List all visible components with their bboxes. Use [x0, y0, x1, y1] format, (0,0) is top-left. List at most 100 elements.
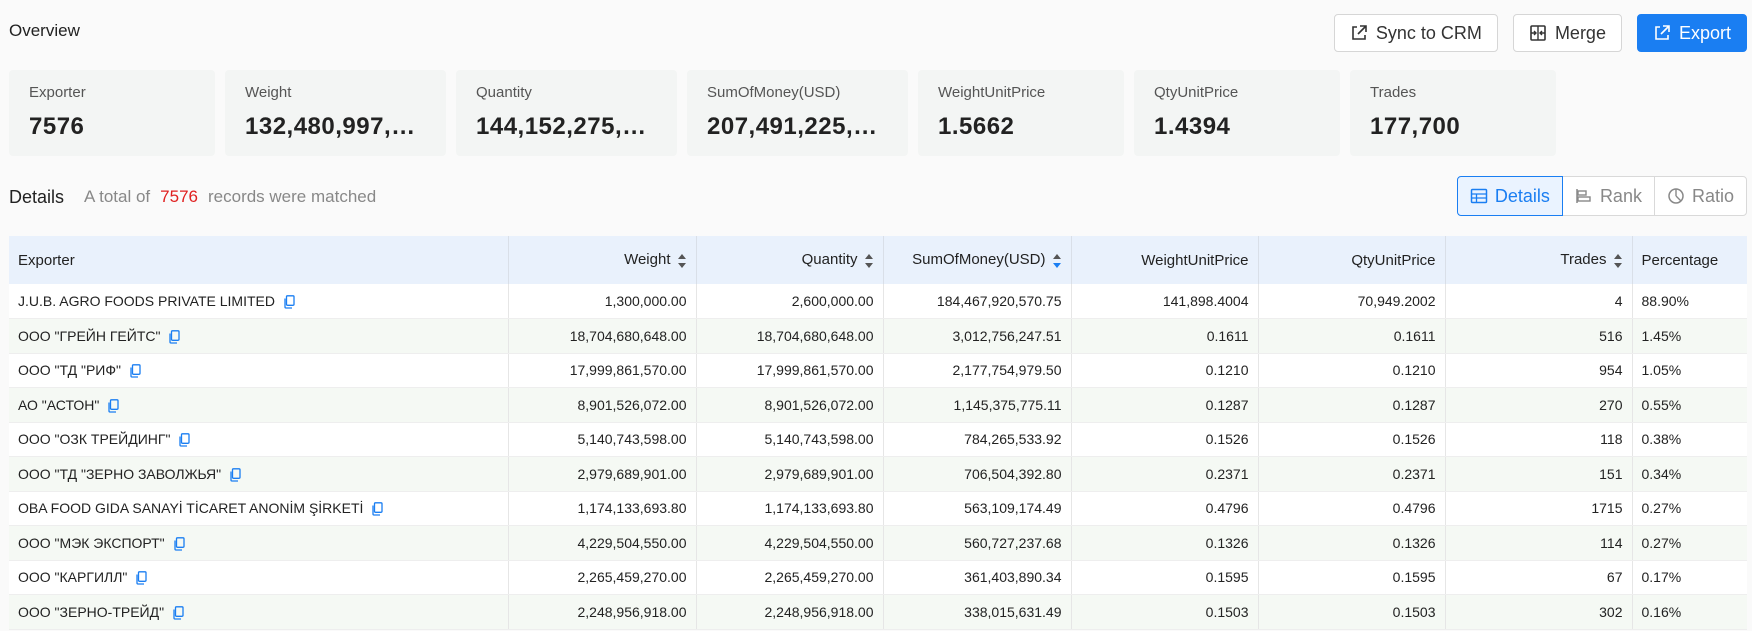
- cell-value: 1.05%: [1641, 362, 1682, 379]
- cell-value: 2,248,956,918.00: [764, 603, 874, 620]
- summary-suffix: records were matched: [208, 187, 377, 206]
- cell-value: 784,265,533.92: [964, 431, 1062, 448]
- cell-quantity: 1,174,133,693.80: [696, 491, 884, 526]
- col-header-trades[interactable]: Trades: [1445, 236, 1633, 284]
- col-header-exporter: Exporter: [9, 236, 509, 284]
- col-label: Weight: [624, 251, 671, 269]
- copy-icon[interactable]: [173, 537, 185, 551]
- cell-weight: 2,265,459,270.00: [508, 560, 697, 595]
- cell-weight: 17,999,861,570.00: [508, 353, 697, 388]
- exporter-name-link[interactable]: J.U.B. AGRO FOODS PRIVATE LIMITED: [18, 293, 275, 309]
- cell-exporter: ООО "ОЗК ТРЕЙДИНГ": [9, 422, 509, 457]
- col-header-quantity[interactable]: Quantity: [696, 236, 884, 284]
- card-qty-unit-price: QtyUnitPrice 1.4394: [1134, 70, 1340, 156]
- cell-qty-unit-price: 0.1287: [1258, 387, 1446, 423]
- cell-quantity: 8,901,526,072.00: [696, 387, 884, 423]
- card-value: 1.5662: [938, 113, 1015, 140]
- records-summary: A total of 7576 records were matched: [84, 187, 376, 207]
- cell-exporter: OBA FOOD GIDA SANAYİ TİCARET ANONİM ŞİRK…: [9, 491, 509, 526]
- cell-value: 118: [1600, 431, 1623, 448]
- copy-icon[interactable]: [283, 295, 295, 309]
- col-header-weight[interactable]: Weight: [508, 236, 697, 284]
- col-label: Quantity: [801, 251, 858, 269]
- cell-quantity: 2,265,459,270.00: [696, 560, 884, 595]
- exporter-name-link[interactable]: ООО "МЭК ЭКСПОРТ": [18, 535, 165, 551]
- cell-value: 2,248,956,918.00: [577, 603, 687, 620]
- table-row: ООО "МЭК ЭКСПОРТ" 4,229,504,550.00 4,229,5…: [9, 525, 1747, 561]
- card-exporter: Exporter 7576: [9, 70, 215, 156]
- rank-bars-icon: [1576, 189, 1591, 203]
- cell-weight-unit-price: 0.1210: [1071, 353, 1259, 388]
- cell-value: 563,109,174.49: [964, 500, 1062, 517]
- table-row: ООО "ТД "ЗЕРНО ЗАВОЛЖЬЯ" 2,979,689,901.00…: [9, 456, 1747, 492]
- table-row: ООО "ТД "РИФ" 17,999,861,570.00 17,999,861…: [9, 353, 1747, 388]
- cell-sum-of-money: 1,145,375,775.11: [883, 387, 1072, 423]
- cell-value: 338,015,631.49: [964, 603, 1062, 620]
- table-header-row: Exporter Weight Quantity SumOfMoney(USD)…: [9, 236, 1747, 284]
- merge-button[interactable]: Merge: [1512, 14, 1622, 52]
- cell-sum-of-money: 3,012,756,247.51: [883, 318, 1072, 354]
- cell-trades: 954: [1445, 353, 1633, 388]
- tab-ratio[interactable]: Ratio: [1653, 176, 1747, 216]
- action-buttons: Sync to CRM Merge Export: [1333, 14, 1747, 52]
- copy-icon[interactable]: [172, 606, 184, 620]
- exporter-name-link[interactable]: ООО "ТД "РИФ": [18, 362, 121, 378]
- cell-percentage: 0.55%: [1632, 387, 1747, 423]
- cell-value: 954: [1599, 362, 1623, 379]
- copy-icon[interactable]: [178, 433, 191, 448]
- cell-weight: 1,300,000.00: [508, 284, 697, 319]
- exporter-name-link[interactable]: ООО "КАРГИЛЛ": [18, 569, 127, 585]
- tab-rank[interactable]: Rank: [1561, 176, 1655, 216]
- cell-trades: 270: [1445, 387, 1633, 423]
- cell-sum-of-money: 560,727,237.68: [883, 525, 1072, 561]
- cell-value: 0.1611: [1206, 327, 1249, 344]
- cell-value: 88.90%: [1641, 293, 1689, 309]
- exporter-name-link[interactable]: ООО "ТД "ЗЕРНО ЗАВОЛЖЬЯ": [18, 466, 221, 482]
- exporter-name-link[interactable]: ООО "ГРЕЙН ГЕЙТС": [18, 328, 160, 344]
- cell-value: 17,999,861,570.00: [756, 362, 874, 379]
- copy-icon[interactable]: [371, 502, 384, 517]
- cell-trades: 118: [1445, 422, 1633, 457]
- cell-value: 0.1611: [1393, 327, 1436, 344]
- cell-value: 3,012,756,247.51: [952, 327, 1062, 344]
- card-label: Trades: [1370, 84, 1417, 101]
- col-header-sum-of-money[interactable]: SumOfMoney(USD): [883, 236, 1072, 284]
- cell-value: 4,229,504,550.00: [577, 534, 687, 551]
- cell-value: 302: [1599, 603, 1623, 620]
- copy-icon[interactable]: [135, 571, 148, 586]
- exporter-name-link[interactable]: OBA FOOD GIDA SANAYİ TİCARET ANONİM ŞİRK…: [18, 500, 363, 516]
- cell-value: 0.4796: [1205, 500, 1249, 517]
- summary-prefix: A total of: [84, 187, 151, 206]
- cell-value: 17,999,861,570.00: [569, 362, 687, 379]
- card-label: Weight: [245, 84, 292, 101]
- cell-value: 18,704,680,648.00: [569, 327, 687, 344]
- cell-weight-unit-price: 0.4796: [1071, 491, 1259, 526]
- copy-icon[interactable]: [107, 399, 120, 413]
- table-row: ООО "ОЗК ТРЕЙДИНГ" 5,140,743,598.00 5,140,…: [9, 422, 1747, 457]
- card-label: Quantity: [476, 84, 532, 101]
- exporter-name-link[interactable]: ООО "ЗЕРНО-ТРЕЙД": [18, 604, 164, 620]
- cell-value: 0.4796: [1392, 500, 1436, 517]
- cell-weight-unit-price: 141,898.4004: [1071, 284, 1259, 319]
- export-button[interactable]: Export: [1636, 14, 1747, 52]
- cell-value: 1,174,133,693.80: [764, 500, 874, 517]
- col-header-qty-unit-price: QtyUnitPrice: [1258, 236, 1446, 284]
- col-label: Trades: [1560, 251, 1607, 269]
- exporter-name-link[interactable]: ООО "ОЗК ТРЕЙДИНГ": [18, 431, 170, 447]
- table-row: J.U.B. AGRO FOODS PRIVATE LIMITED 1,300,0…: [9, 284, 1747, 319]
- exporter-name-link[interactable]: АО "АСТОН": [18, 397, 99, 413]
- tab-details[interactable]: Details: [1456, 176, 1563, 216]
- cell-quantity: 17,999,861,570.00: [696, 353, 884, 388]
- copy-icon[interactable]: [129, 364, 141, 379]
- cell-qty-unit-price: 0.1503: [1258, 594, 1446, 630]
- card-value: 7576: [29, 113, 85, 140]
- cell-value: 184,467,920,570.75: [936, 293, 1062, 309]
- copy-icon[interactable]: [229, 468, 241, 482]
- cell-value: 4: [1614, 293, 1623, 309]
- cell-weight-unit-price: 0.1526: [1071, 422, 1259, 457]
- table-row: ООО "КАРГИЛЛ" 2,265,459,270.00 2,265,459,2…: [9, 560, 1747, 595]
- cell-weight: 2,979,689,901.00: [508, 456, 697, 492]
- copy-icon[interactable]: [168, 330, 181, 344]
- cell-value: 0.1503: [1205, 603, 1249, 620]
- sync-to-crm-button[interactable]: Sync to CRM: [1333, 14, 1498, 52]
